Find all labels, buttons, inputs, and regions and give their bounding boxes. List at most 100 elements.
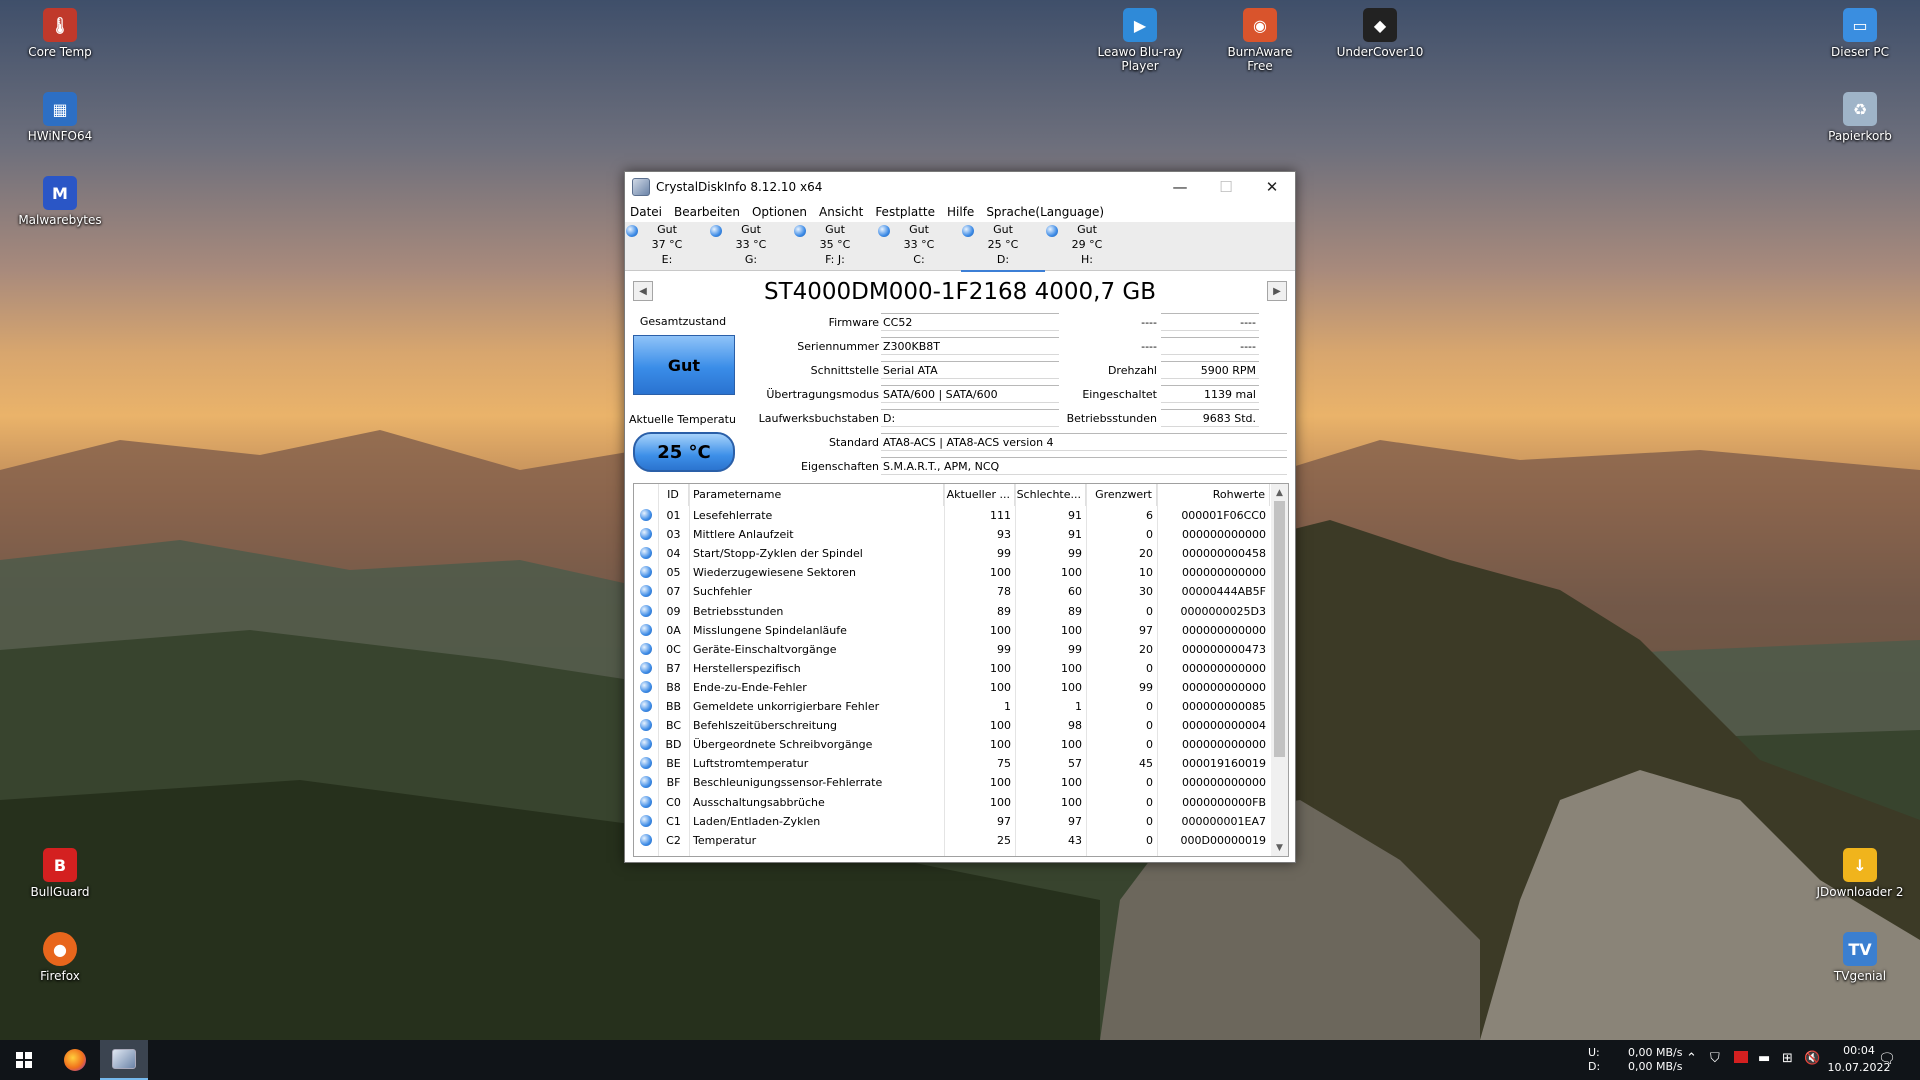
desktop-icon-firefox[interactable]: ● Firefox: [14, 932, 106, 983]
drive-tab-e[interactable]: Gut 37 °C E:: [625, 222, 709, 270]
blank1-label: ----: [1141, 316, 1157, 329]
smart-raw: 000019160019: [1182, 757, 1266, 771]
column-header-current[interactable]: Aktueller ...: [944, 484, 1015, 506]
drive-tab-g[interactable]: Gut 33 °C G:: [709, 222, 793, 270]
desktop-icon-core-temp[interactable]: 🌡 Core Temp: [14, 8, 106, 59]
next-disk-button[interactable]: ▶: [1267, 281, 1287, 301]
table-row[interactable]: 0C Geräte-Einschaltvorgänge 99 99 20 00000000…: [634, 640, 1270, 659]
smart-id: C2: [666, 833, 681, 847]
window-title: CrystalDiskInfo 8.12.10 x64: [656, 180, 823, 194]
desktop-icon-leawo[interactable]: ▶ Leawo Blu-ray Player: [1078, 8, 1202, 73]
column-header-id[interactable]: ID: [658, 484, 689, 506]
menu-sprache[interactable]: Sprache(Language): [986, 205, 1104, 219]
scroll-down-icon[interactable]: ▼: [1271, 839, 1288, 856]
desktop-icon-bullguard[interactable]: B BullGuard: [14, 848, 106, 899]
taskbar-firefox[interactable]: [52, 1040, 98, 1080]
table-row[interactable]: BD Übergeordnete Schreibvorgänge 100 100 0 00…: [634, 735, 1270, 754]
desktop-icon-hwinfo64[interactable]: ▦ HWiNFO64: [14, 92, 106, 143]
menu-festplatte[interactable]: Festplatte: [875, 205, 935, 219]
disk-info-panel: ◀ ST4000DM000-1F2168 4000,7 GB ▶ Gesamtz…: [625, 271, 1295, 861]
menu-optionen[interactable]: Optionen: [752, 205, 807, 219]
table-row[interactable]: BC Befehlszeitüberschreitung 100 98 0 0000000…: [634, 716, 1270, 735]
smart-current: 100: [990, 776, 1011, 790]
smart-worst: 100: [1061, 661, 1082, 675]
column-header-worst[interactable]: Schlechte...: [1015, 484, 1086, 506]
scroll-up-icon[interactable]: ▲: [1271, 484, 1288, 501]
chevron-up-icon[interactable]: ⌃: [1686, 1052, 1697, 1066]
notification-icon[interactable]: 🗨: [1878, 1052, 1896, 1066]
table-row[interactable]: 05 Wiederzugewiesene Sektoren 100 100 10 0000…: [634, 563, 1270, 582]
table-row[interactable]: BE Luftstromtemperatur 75 57 45 000019160019: [634, 754, 1270, 773]
temperature-display[interactable]: 25 °C: [633, 432, 735, 472]
desktop-icon-jdownloader[interactable]: ↓ JDownloader 2: [1806, 848, 1914, 899]
status-good-icon: [640, 814, 652, 827]
table-row[interactable]: C1 Laden/Entladen-Zyklen 97 97 0 000000001EA7: [634, 812, 1270, 831]
leawo-icon: ▶: [1123, 8, 1157, 42]
column-header-threshold[interactable]: Grenzwert: [1086, 484, 1157, 506]
smart-id: 04: [666, 547, 681, 561]
smart-current: 100: [990, 566, 1011, 580]
smart-raw: 000000000004: [1182, 719, 1266, 733]
status-good-icon: [640, 833, 652, 846]
shield-icon[interactable]: ⛉: [1710, 1052, 1720, 1066]
desktop-icon-undercover10[interactable]: ◆ UnderCover10: [1334, 8, 1426, 59]
firefox-icon: ●: [43, 932, 77, 966]
smart-threshold: 30: [1139, 585, 1153, 599]
title-bar[interactable]: CrystalDiskInfo 8.12.10 x64 — ☐ ✕: [625, 172, 1295, 202]
smart-worst: 98: [1068, 719, 1082, 733]
taskbar: U: D: 0,00 MB/s 0,00 MB/s ⌃ ⛉ ▬ ⊞ 🔇 00:0…: [0, 1040, 1920, 1080]
menu-hilfe[interactable]: Hilfe: [947, 205, 974, 219]
column-header-raw[interactable]: Rohwerte: [1157, 484, 1270, 506]
smart-worst: 89: [1068, 604, 1082, 618]
desktop-icon-papierkorb[interactable]: ♻ Papierkorb: [1814, 92, 1906, 143]
start-button[interactable]: [0, 1040, 48, 1080]
desktop-icon-tvgenial[interactable]: TV TVgenial: [1814, 932, 1906, 983]
drive-tab-d[interactable]: Gut 25 °C D:: [961, 222, 1045, 272]
table-row[interactable]: 04 Start/Stopp-Zyklen der Spindel 99 99 20 00…: [634, 544, 1270, 563]
table-row[interactable]: B8 Ende-zu-Ende-Fehler 100 100 99 00000000000…: [634, 678, 1270, 697]
table-row[interactable]: BF Beschleunigungssensor-Fehlerrate 100 100…: [634, 773, 1270, 792]
table-row[interactable]: 01 Lesefehlerrate 111 91 6 000001F06CC0: [634, 506, 1270, 525]
health-status-button[interactable]: Gut: [633, 335, 735, 395]
scrollbar-thumb[interactable]: [1274, 501, 1285, 757]
drive-tab-c[interactable]: Gut 33 °C C:: [877, 222, 961, 270]
menu-ansicht[interactable]: Ansicht: [819, 205, 863, 219]
status-good-icon: [962, 225, 974, 237]
smart-raw: 000000000000: [1182, 738, 1266, 752]
desktop-icon-burnaware[interactable]: ◉ BurnAware Free: [1214, 8, 1306, 73]
desktop-icon-malwarebytes[interactable]: M Malwarebytes: [14, 176, 106, 227]
menu-datei[interactable]: Datei: [630, 205, 662, 219]
column-header-name[interactable]: Parametername: [689, 484, 944, 506]
table-row[interactable]: B7 Herstellerspezifisch 100 100 0 00000000000…: [634, 659, 1270, 678]
table-row[interactable]: 07 Suchfehler 78 60 30 00000444AB5F: [634, 582, 1270, 601]
blank2-label: ----: [1141, 340, 1157, 353]
smart-worst: 1: [1075, 700, 1082, 713]
desktop-icon-dieser-pc[interactable]: ▭ Dieser PC: [1814, 8, 1906, 59]
bullguard-tray-icon[interactable]: [1734, 1051, 1748, 1063]
menu-bearbeiten[interactable]: Bearbeiten: [674, 205, 740, 219]
table-row[interactable]: BB Gemeldete unkorrigierbare Fehler 1 1 0 000…: [634, 697, 1270, 716]
smart-threshold: 0: [1146, 604, 1153, 618]
usb-drive-icon[interactable]: ▬: [1758, 1052, 1770, 1066]
firmware-value: CC52: [881, 313, 1059, 331]
table-row[interactable]: 0A Misslungene Spindelanläufe 100 100 97 0000…: [634, 621, 1270, 640]
table-row[interactable]: 09 Betriebsstunden 89 89 0 0000000025D3: [634, 602, 1270, 621]
close-button[interactable]: ✕: [1249, 172, 1295, 202]
table-row[interactable]: 03 Mittlere Anlaufzeit 93 91 0 000000000000: [634, 525, 1270, 544]
smart-id: BB: [665, 700, 682, 713]
minimize-button[interactable]: —: [1157, 172, 1203, 202]
smart-current: 97: [997, 814, 1011, 828]
smart-threshold: 20: [1139, 547, 1153, 561]
smart-name: Geräte-Einschaltvorgänge: [693, 642, 837, 656]
smart-name: Luftstromtemperatur: [693, 757, 809, 771]
maximize-button[interactable]: ☐: [1203, 172, 1249, 202]
table-row[interactable]: C0 Ausschaltungsabbrüche 100 100 0 0000000000…: [634, 793, 1270, 812]
network-icon[interactable]: ⊞: [1782, 1052, 1793, 1066]
smart-id: BF: [666, 776, 681, 790]
table-scrollbar[interactable]: ▲ ▼: [1271, 484, 1288, 856]
taskbar-crystaldiskinfo[interactable]: [100, 1040, 148, 1080]
drive-tab-h[interactable]: Gut 29 °C H:: [1045, 222, 1129, 270]
status-good-icon: [640, 795, 652, 808]
table-row[interactable]: C2 Temperatur 25 43 0 000D00000019: [634, 831, 1270, 850]
drive-tab-fj[interactable]: Gut 35 °C F: J:: [793, 222, 877, 270]
